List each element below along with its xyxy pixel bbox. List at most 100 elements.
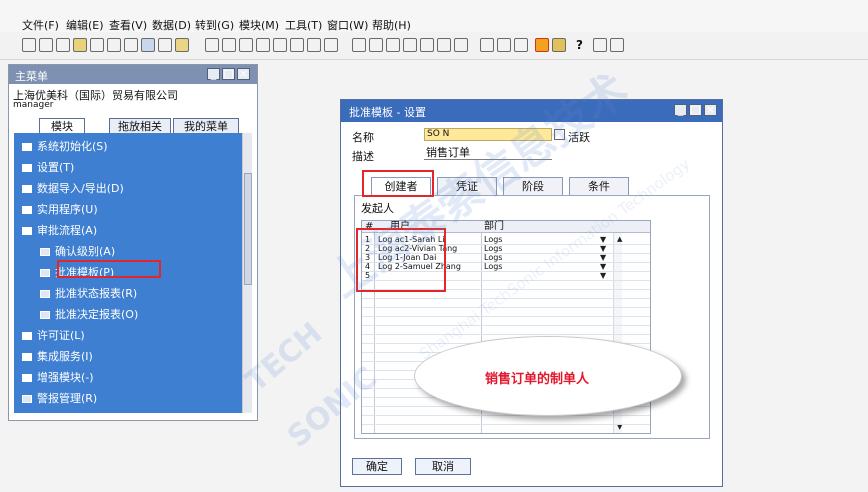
grid-user-cell[interactable]: Log 1-Joan Dai	[378, 253, 436, 262]
grid-user-cell[interactable]: Log ac1-Sarah Li	[378, 235, 445, 244]
grid-row-number: 1	[365, 235, 371, 244]
grid-department-cell[interactable]: Logs	[484, 244, 502, 253]
messages-icon[interactable]	[552, 38, 566, 52]
active-checkbox[interactable]	[554, 129, 565, 140]
module-item[interactable]: 许可证(L)	[14, 326, 85, 346]
ok-button[interactable]: 确定	[352, 458, 402, 475]
dropdown-arrow-icon[interactable]: ▼	[600, 235, 606, 244]
dropdown-arrow-icon[interactable]: ▼	[600, 262, 606, 271]
tab-terms[interactable]: 条件	[569, 177, 629, 195]
menu-tools[interactable]: 工具(T)	[285, 17, 322, 33]
lock-icon[interactable]	[175, 38, 189, 52]
dialog-minimize-button[interactable]: _	[674, 104, 687, 116]
settings-icon[interactable]	[403, 38, 417, 52]
word-icon[interactable]	[90, 38, 104, 52]
module-item[interactable]: 增强模块(-)	[14, 368, 94, 388]
scrollbar-thumb[interactable]	[244, 173, 252, 285]
grid-header-department[interactable]: 部门	[484, 222, 504, 232]
layout-icon[interactable]	[497, 38, 511, 52]
dropdown-arrow-icon[interactable]: ▼	[600, 244, 606, 253]
maximize-button[interactable]: □	[222, 68, 235, 80]
name-field[interactable]: SO N	[424, 128, 552, 141]
reports-icon[interactable]	[514, 38, 528, 52]
menu-file[interactable]: 文件(F)	[22, 17, 59, 33]
minimize-button[interactable]: _	[207, 68, 220, 80]
module-item[interactable]: 批准状态报表(R)	[14, 284, 137, 304]
close-button[interactable]: ×	[237, 68, 250, 80]
grid-department-cell[interactable]: Logs	[484, 235, 502, 244]
volume-icon[interactable]	[454, 38, 468, 52]
target-document-icon[interactable]	[369, 38, 383, 52]
module-item[interactable]: 批准决定报表(O)	[14, 305, 138, 325]
gross-profit-icon[interactable]	[437, 38, 451, 52]
fax-icon[interactable]	[141, 38, 155, 52]
excel-icon[interactable]	[73, 38, 87, 52]
previous-record-icon[interactable]	[256, 38, 270, 52]
tab-my-menu[interactable]: 我的菜单	[173, 118, 239, 134]
module-item[interactable]: 设置(T)	[14, 158, 74, 178]
print-icon[interactable]	[39, 38, 53, 52]
menu-window[interactable]: 窗口(W)	[327, 17, 368, 33]
calendar-icon[interactable]	[610, 38, 624, 52]
tab-stages[interactable]: 阶段	[503, 177, 563, 195]
menu-data[interactable]: 数据(D)	[152, 17, 191, 33]
module-item-label: 数据导入/导出(D)	[37, 182, 124, 195]
scroll-up-icon[interactable]: ▲	[617, 235, 622, 244]
add-icon[interactable]	[222, 38, 236, 52]
pencil-icon[interactable]	[480, 38, 494, 52]
description-field[interactable]: 销售订单	[424, 147, 552, 160]
grid-row-divider	[362, 334, 650, 335]
module-item-label: 实用程序(U)	[37, 203, 98, 216]
payment-icon[interactable]	[420, 38, 434, 52]
next-record-icon[interactable]	[273, 38, 287, 52]
module-list-scrollbar[interactable]	[242, 133, 252, 413]
module-item[interactable]: 审批流程(A)	[14, 221, 97, 241]
form-icon	[40, 248, 50, 256]
tab-modules[interactable]: 模块	[39, 118, 85, 134]
module-list: 系统初始化(S) 设置(T) 数据导入/导出(D) 实用程序(U) 审批流程(A) 确认级…	[14, 133, 242, 413]
module-item[interactable]: 系统初始化(S)	[14, 137, 108, 157]
first-record-icon[interactable]	[239, 38, 253, 52]
module-item[interactable]: 警报管理(R)	[14, 389, 97, 409]
grid-department-cell[interactable]: Logs	[484, 262, 502, 271]
menu-help[interactable]: 帮助(H)	[372, 17, 411, 33]
menu-modules[interactable]: 模块(M)	[239, 17, 279, 33]
tab-drag-relate[interactable]: 拖放相关	[109, 118, 171, 134]
module-item[interactable]: 实用程序(U)	[14, 200, 98, 220]
module-item[interactable]: 确认级别(A)	[14, 242, 115, 262]
dropdown-arrow-icon[interactable]: ▼	[600, 253, 606, 262]
menu-edit[interactable]: 编辑(E)	[66, 17, 104, 33]
sms-icon[interactable]	[124, 38, 138, 52]
copy-icon[interactable]	[56, 38, 70, 52]
cancel-button[interactable]: 取消	[415, 458, 471, 475]
tab-documents[interactable]: 凭证	[437, 177, 497, 195]
base-document-icon[interactable]	[352, 38, 366, 52]
menu-goto[interactable]: 转到(G)	[195, 17, 234, 33]
module-item[interactable]: 集成服务(I)	[14, 347, 93, 367]
grid-user-cell[interactable]: Log ac2-Vivian Tang	[378, 244, 457, 253]
grid-header-user[interactable]: 用户	[390, 222, 410, 232]
module-item[interactable]: 批准模板(P)	[14, 263, 114, 283]
journal-icon[interactable]	[386, 38, 400, 52]
preview-icon[interactable]	[22, 38, 36, 52]
dialog-close-button[interactable]: ×	[704, 104, 717, 116]
calculator-icon[interactable]	[593, 38, 607, 52]
email-icon[interactable]	[107, 38, 121, 52]
web-icon[interactable]	[158, 38, 172, 52]
help-icon[interactable]: ?	[576, 38, 590, 52]
filter-icon[interactable]	[307, 38, 321, 52]
folder-icon	[22, 206, 32, 214]
menu-view[interactable]: 查看(V)	[109, 17, 147, 33]
name-label: 名称	[352, 131, 374, 144]
module-item[interactable]: 数据导入/导出(D)	[14, 179, 124, 199]
dialog-maximize-button[interactable]: □	[689, 104, 702, 116]
grid-row-divider	[362, 271, 650, 272]
dropdown-arrow-icon[interactable]: ▼	[600, 271, 606, 280]
last-record-icon[interactable]	[290, 38, 304, 52]
grid-department-cell[interactable]: Logs	[484, 253, 502, 262]
tab-originator[interactable]: 创建者	[371, 177, 431, 195]
sort-icon[interactable]	[324, 38, 338, 52]
alert-icon[interactable]	[535, 38, 549, 52]
find-icon[interactable]	[205, 38, 219, 52]
grid-user-cell[interactable]: Log 2-Samuel Zhang	[378, 262, 461, 271]
